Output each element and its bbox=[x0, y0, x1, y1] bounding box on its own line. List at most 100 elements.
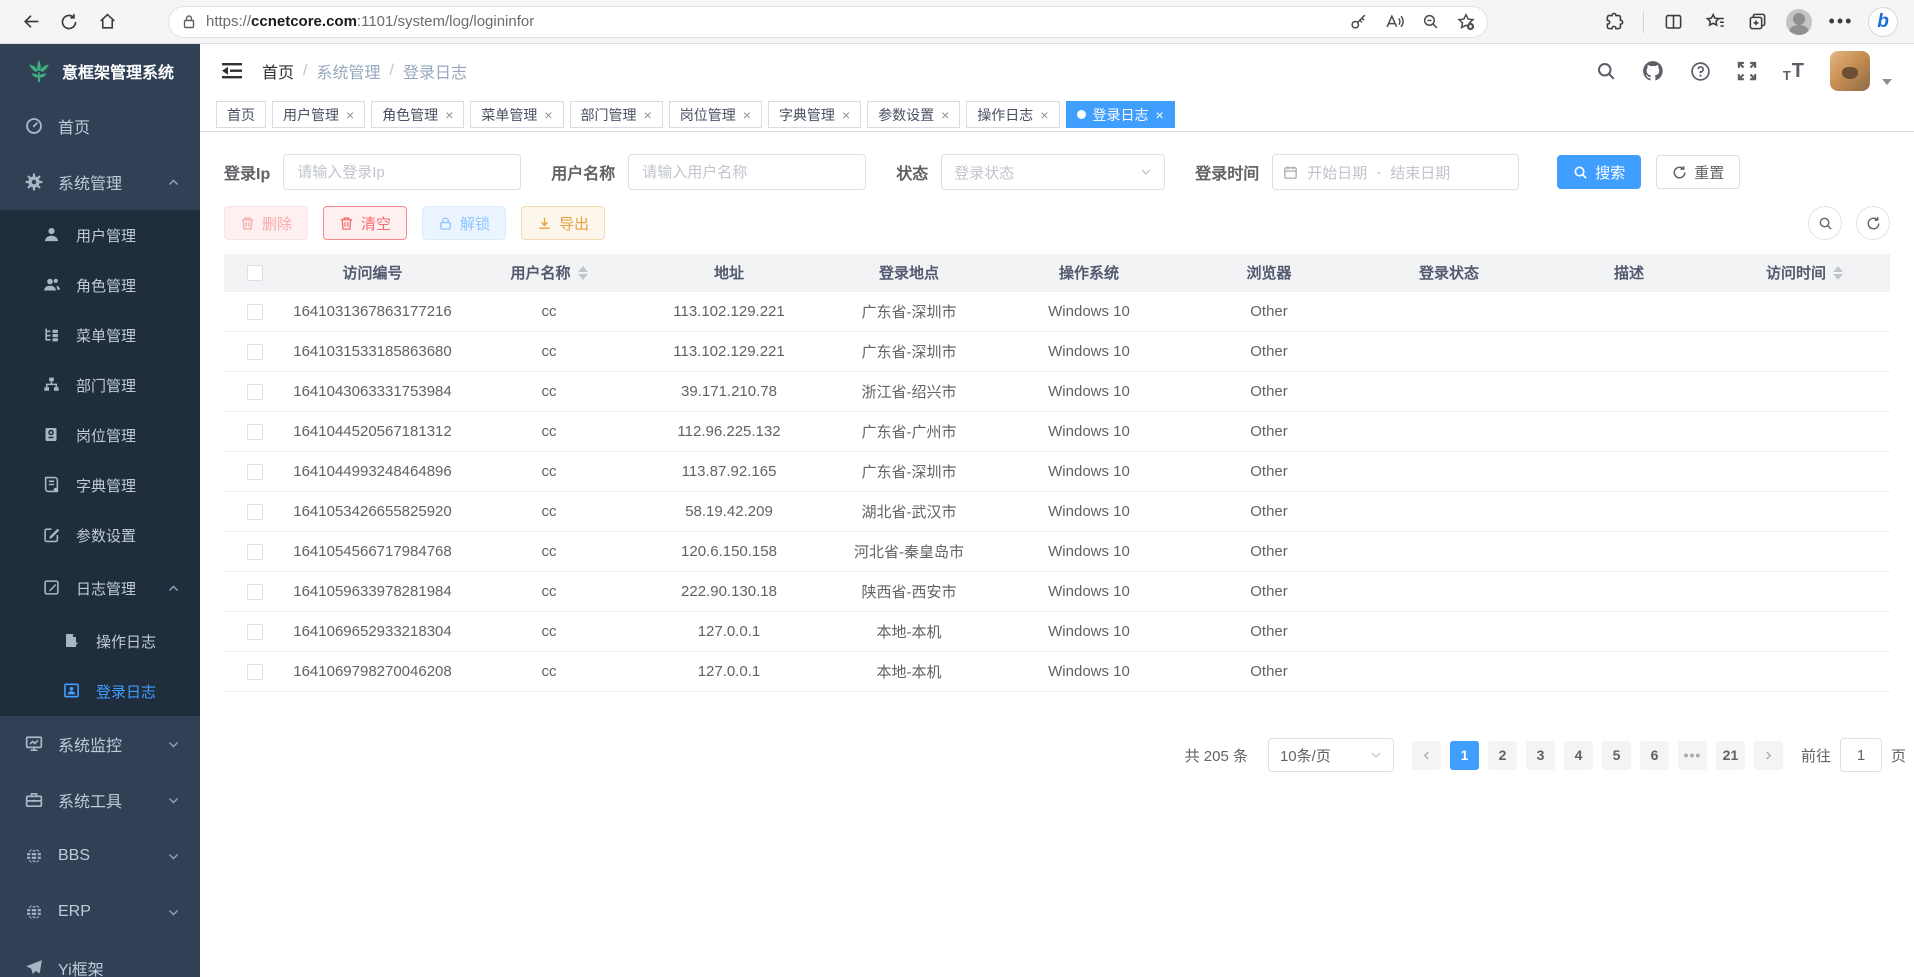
row-checkbox[interactable] bbox=[247, 424, 263, 440]
close-icon[interactable]: × bbox=[1040, 108, 1048, 122]
split-screen-icon[interactable] bbox=[1654, 4, 1692, 40]
row-checkbox[interactable] bbox=[247, 464, 263, 480]
search-icon[interactable] bbox=[1596, 61, 1616, 81]
tab-login-log[interactable]: 登录日志× bbox=[1066, 101, 1175, 128]
tab-home[interactable]: 首页 bbox=[216, 101, 266, 128]
text-size-icon[interactable]: TT bbox=[1783, 60, 1804, 83]
row-checkbox[interactable] bbox=[247, 664, 263, 680]
page-button-5[interactable]: 5 bbox=[1602, 741, 1631, 770]
sidebar-item-logs[interactable]: 日志管理 bbox=[0, 560, 200, 616]
table-row[interactable]: 1641069652933218304 cc 127.0.0.1 本地-本机 W… bbox=[224, 612, 1890, 652]
table-row[interactable]: 1641044993248464896 cc 113.87.92.165 广东省… bbox=[224, 452, 1890, 492]
fullscreen-icon[interactable] bbox=[1737, 61, 1757, 81]
column-os[interactable]: 操作系统 bbox=[999, 262, 1179, 283]
lock-icon[interactable] bbox=[182, 14, 196, 29]
unlock-button[interactable]: 解锁 bbox=[422, 206, 506, 240]
table-row[interactable]: 1641044520567181312 cc 112.96.225.132 广东… bbox=[224, 412, 1890, 452]
tab-operation-log[interactable]: 操作日志× bbox=[966, 101, 1059, 128]
more-icon[interactable]: ••• bbox=[1822, 4, 1860, 40]
sidebar-item-roles[interactable]: 角色管理 bbox=[0, 260, 200, 310]
row-checkbox[interactable] bbox=[247, 504, 263, 520]
close-icon[interactable]: × bbox=[842, 108, 850, 122]
sidebar-item-departments[interactable]: 部门管理 bbox=[0, 360, 200, 410]
prev-page-button[interactable] bbox=[1412, 741, 1441, 770]
export-button[interactable]: 导出 bbox=[521, 206, 605, 240]
column-visit-id[interactable]: 访问编号 bbox=[286, 262, 459, 283]
caret-down-icon[interactable] bbox=[1882, 79, 1892, 85]
table-row[interactable]: 1641053426655825920 cc 58.19.42.209 湖北省-… bbox=[224, 492, 1890, 532]
user-avatar[interactable] bbox=[1830, 51, 1870, 91]
table-row[interactable]: 1641069798270046208 cc 127.0.0.1 本地-本机 W… bbox=[224, 652, 1890, 692]
sidebar-item-operation-log[interactable]: 操作日志 bbox=[0, 616, 200, 666]
tab-posts[interactable]: 岗位管理× bbox=[669, 101, 762, 128]
page-button-1[interactable]: 1 bbox=[1450, 741, 1479, 770]
profile-icon[interactable] bbox=[1780, 4, 1818, 40]
back-icon[interactable] bbox=[12, 4, 50, 40]
sidebar-item-tools[interactable]: 系统工具 bbox=[0, 772, 200, 828]
sidebar-item-users[interactable]: 用户管理 bbox=[0, 210, 200, 260]
collapse-sidebar-icon[interactable] bbox=[222, 62, 242, 80]
read-aloud-icon[interactable] bbox=[1378, 8, 1410, 36]
reset-button[interactable]: 重置 bbox=[1656, 155, 1740, 189]
table-row[interactable]: 1641031367863177216 cc 113.102.129.221 广… bbox=[224, 292, 1890, 332]
refresh-icon[interactable] bbox=[50, 4, 88, 40]
close-icon[interactable]: × bbox=[346, 108, 354, 122]
show-search-toggle-button[interactable] bbox=[1808, 206, 1842, 240]
row-checkbox[interactable] bbox=[247, 304, 263, 320]
column-browser[interactable]: 浏览器 bbox=[1179, 262, 1359, 283]
column-user-name[interactable]: 用户名称 bbox=[459, 262, 639, 283]
date-range-picker[interactable]: 开始日期 - 结束日期 bbox=[1272, 154, 1519, 190]
end-date-placeholder[interactable]: 结束日期 bbox=[1390, 162, 1450, 183]
breadcrumb-home[interactable]: 首页 bbox=[262, 59, 294, 83]
breadcrumb-system[interactable]: 系统管理 bbox=[316, 59, 380, 83]
app-logo[interactable]: 意框架管理系统 bbox=[0, 44, 200, 98]
close-icon[interactable]: × bbox=[445, 108, 453, 122]
table-row[interactable]: 1641054566717984768 cc 120.6.150.158 河北省… bbox=[224, 532, 1890, 572]
search-button[interactable]: 搜索 bbox=[1557, 155, 1641, 189]
login-ip-input[interactable] bbox=[283, 154, 521, 190]
sidebar-item-yi-framework[interactable]: Yi框架 bbox=[0, 940, 200, 977]
tab-dictionary[interactable]: 字典管理× bbox=[768, 101, 861, 128]
sidebar-item-parameters[interactable]: 参数设置 bbox=[0, 510, 200, 560]
table-row[interactable]: 1641043063331753984 cc 39.171.210.78 浙江省… bbox=[224, 372, 1890, 412]
sidebar-item-login-log[interactable]: 登录日志 bbox=[0, 666, 200, 716]
page-button-4[interactable]: 4 bbox=[1564, 741, 1593, 770]
zoom-out-icon[interactable] bbox=[1414, 8, 1446, 36]
clear-button[interactable]: 清空 bbox=[323, 206, 407, 240]
tab-parameters[interactable]: 参数设置× bbox=[867, 101, 960, 128]
page-button-2[interactable]: 2 bbox=[1488, 741, 1517, 770]
user-name-input[interactable] bbox=[628, 154, 866, 190]
column-visit-time[interactable]: 访问时间 bbox=[1719, 262, 1890, 283]
row-checkbox[interactable] bbox=[247, 384, 263, 400]
row-checkbox[interactable] bbox=[247, 344, 263, 360]
add-favorite-icon[interactable] bbox=[1450, 8, 1482, 36]
next-page-button[interactable] bbox=[1754, 741, 1783, 770]
page-button-3[interactable]: 3 bbox=[1526, 741, 1555, 770]
collections-icon[interactable] bbox=[1738, 4, 1776, 40]
column-status[interactable]: 登录状态 bbox=[1359, 262, 1539, 283]
table-row[interactable]: 1641031533185863680 cc 113.102.129.221 广… bbox=[224, 332, 1890, 372]
sort-icon[interactable] bbox=[1833, 266, 1843, 280]
close-icon[interactable]: × bbox=[1156, 108, 1164, 122]
sidebar-item-system[interactable]: 系统管理 bbox=[0, 154, 200, 210]
home-icon[interactable] bbox=[88, 4, 126, 40]
status-select[interactable]: 登录状态 bbox=[941, 154, 1165, 190]
refresh-table-button[interactable] bbox=[1856, 206, 1890, 240]
table-row[interactable]: 1641059633978281984 cc 222.90.130.18 陕西省… bbox=[224, 572, 1890, 612]
close-icon[interactable]: × bbox=[941, 108, 949, 122]
extensions-icon[interactable] bbox=[1595, 4, 1633, 40]
row-checkbox[interactable] bbox=[247, 624, 263, 640]
column-address[interactable]: 地址 bbox=[639, 262, 819, 283]
close-icon[interactable]: × bbox=[743, 108, 751, 122]
tab-users[interactable]: 用户管理× bbox=[272, 101, 365, 128]
page-size-select[interactable]: 10条/页 bbox=[1268, 738, 1394, 772]
sort-icon[interactable] bbox=[578, 266, 588, 280]
page-button-6[interactable]: 6 bbox=[1640, 741, 1669, 770]
column-description[interactable]: 描述 bbox=[1539, 262, 1719, 283]
sidebar-item-home[interactable]: 首页 bbox=[0, 98, 200, 154]
help-icon[interactable] bbox=[1690, 61, 1711, 82]
bing-icon[interactable]: b bbox=[1864, 4, 1902, 40]
favorites-icon[interactable] bbox=[1696, 4, 1734, 40]
sidebar-item-menus[interactable]: 菜单管理 bbox=[0, 310, 200, 360]
url-text[interactable]: https://ccnetcore.com:1101/system/log/lo… bbox=[206, 13, 1342, 30]
